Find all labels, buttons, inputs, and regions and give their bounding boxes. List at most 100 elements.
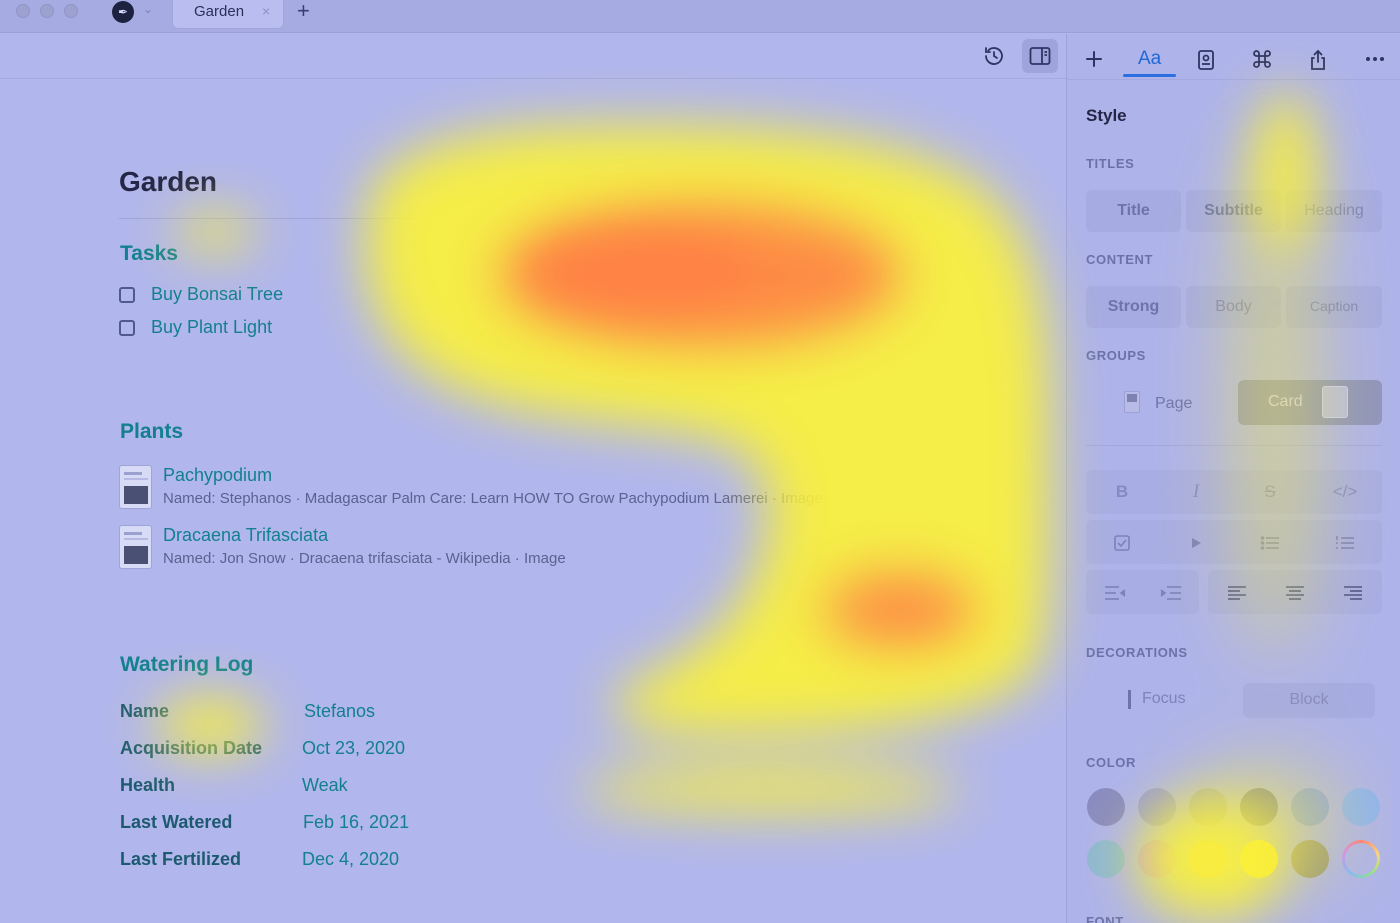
- panel-tab-style[interactable]: Aa: [1126, 40, 1174, 78]
- outdent-icon: [1105, 585, 1126, 600]
- history-button[interactable]: [976, 39, 1012, 73]
- task-label[interactable]: Buy Plant Light: [151, 317, 272, 338]
- strong-style-button[interactable]: Strong: [1086, 286, 1181, 328]
- history-icon: [985, 47, 1003, 65]
- tab-label: Garden: [194, 3, 245, 20]
- body-style-label: Body: [1215, 298, 1252, 315]
- color-swatch[interactable]: [1240, 840, 1278, 878]
- log-key: Name: [120, 701, 170, 721]
- sidebar-toggle-icon: [1029, 47, 1051, 65]
- log-value[interactable]: Oct 23, 2020: [302, 738, 405, 759]
- active-tab-indicator: [1123, 74, 1176, 77]
- checkbox-icon: [1114, 534, 1130, 551]
- more-icon: [1366, 57, 1384, 61]
- close-tab-icon[interactable]: ×: [262, 3, 270, 19]
- section-label-groups: GROUPS: [1086, 348, 1146, 363]
- panel-tab-info[interactable]: [1182, 40, 1230, 78]
- panel-tab-share[interactable]: [1294, 40, 1342, 78]
- task-checkbox[interactable]: [119, 320, 135, 336]
- panel-tab-more[interactable]: [1350, 40, 1398, 78]
- strikethrough-button[interactable]: S: [1241, 472, 1299, 512]
- color-swatch[interactable]: [1087, 788, 1125, 826]
- task-label[interactable]: Buy Bonsai Tree: [151, 284, 283, 305]
- caption-style-button[interactable]: Caption: [1286, 286, 1382, 328]
- style-panel: Aa Style TITLES Title Subtitle Heading C…: [1066, 34, 1400, 923]
- color-swatch[interactable]: [1138, 788, 1176, 826]
- italic-button[interactable]: I: [1167, 472, 1225, 512]
- body-style-button[interactable]: Body: [1186, 286, 1281, 328]
- log-value[interactable]: Feb 16, 2021: [303, 812, 409, 833]
- task-checkbox[interactable]: [119, 287, 135, 303]
- color-swatch[interactable]: [1342, 788, 1380, 826]
- bold-button[interactable]: B: [1093, 472, 1151, 512]
- align-right-button[interactable]: [1324, 572, 1382, 612]
- color-swatch[interactable]: [1291, 788, 1329, 826]
- card-group-button[interactable]: Card: [1238, 380, 1382, 425]
- outdent-button[interactable]: [1086, 572, 1144, 612]
- subtitle-style-label: Subtitle: [1204, 202, 1263, 219]
- new-tab-button[interactable]: +: [297, 0, 310, 24]
- log-value[interactable]: Weak: [302, 775, 348, 796]
- page-group-button[interactable]: Page: [1155, 395, 1192, 413]
- page-group-icon: [1124, 391, 1140, 413]
- checkbox-block-button[interactable]: [1093, 522, 1151, 562]
- minimize-window-icon[interactable]: [40, 4, 54, 18]
- heading-style-button[interactable]: Heading: [1286, 190, 1382, 232]
- plants-heading[interactable]: Plants: [120, 420, 183, 444]
- code-button[interactable]: </>: [1316, 472, 1374, 512]
- page-title[interactable]: Garden: [119, 166, 217, 198]
- close-window-icon[interactable]: [16, 4, 30, 18]
- log-key: Last Watered: [120, 812, 233, 832]
- plant-link-item[interactable]: Dracaena Trifasciata Named: Jon Snow · D…: [119, 525, 879, 571]
- align-left-button[interactable]: [1208, 572, 1266, 612]
- app-logo-icon[interactable]: ✒: [112, 1, 134, 23]
- style-icon: Aa: [1138, 48, 1162, 69]
- tab-garden[interactable]: Garden ×: [172, 0, 284, 29]
- log-key: Health: [120, 775, 176, 795]
- color-swatch[interactable]: [1087, 840, 1125, 878]
- zoom-window-icon[interactable]: [64, 4, 78, 18]
- indent-button[interactable]: [1142, 572, 1200, 612]
- indent-icon: [1160, 585, 1181, 600]
- panel-tab-add[interactable]: [1070, 40, 1118, 78]
- strong-style-label: Strong: [1107, 298, 1160, 315]
- plant-name[interactable]: Pachypodium: [163, 465, 272, 486]
- title-divider: [119, 218, 419, 219]
- bulleted-list-button[interactable]: [1241, 522, 1299, 562]
- color-swatch[interactable]: [1240, 788, 1278, 826]
- numbered-list-button[interactable]: [1316, 522, 1374, 562]
- title-style-button[interactable]: Title: [1086, 190, 1181, 232]
- block-decoration-label: Block: [1289, 691, 1329, 708]
- align-left-icon: [1228, 585, 1246, 600]
- bulleted-list-icon: [1260, 535, 1279, 550]
- section-label-titles: TITLES: [1086, 156, 1135, 171]
- plant-link-item[interactable]: Pachypodium Named: Stephanos · Madagasca…: [119, 465, 879, 511]
- section-label-color: COLOR: [1086, 755, 1136, 770]
- color-swatch[interactable]: [1342, 840, 1380, 878]
- color-swatch[interactable]: [1291, 840, 1329, 878]
- caption-style-label: Caption: [1309, 298, 1359, 314]
- subtitle-style-button[interactable]: Subtitle: [1186, 190, 1281, 232]
- align-center-icon: [1286, 585, 1304, 600]
- plant-name[interactable]: Dracaena Trifasciata: [163, 525, 328, 546]
- chevron-down-icon[interactable]: ⌄: [143, 2, 153, 16]
- log-value[interactable]: Dec 4, 2020: [302, 849, 399, 870]
- color-swatch[interactable]: [1189, 840, 1227, 878]
- style-heading: Style: [1086, 106, 1127, 125]
- align-center-button[interactable]: [1266, 572, 1324, 612]
- toggle-block-button[interactable]: [1167, 522, 1225, 562]
- panel-tab-commands[interactable]: [1238, 40, 1286, 78]
- log-key: Acquisition Date: [120, 738, 263, 758]
- color-swatch[interactable]: [1138, 840, 1176, 878]
- watering-log-heading[interactable]: Watering Log: [120, 653, 253, 677]
- tasks-heading[interactable]: Tasks: [120, 242, 178, 266]
- plus-icon: [1086, 51, 1102, 67]
- log-value[interactable]: Stefanos: [304, 701, 375, 722]
- sidebar-toggle-button[interactable]: [1022, 39, 1058, 73]
- window-titlebar: ✒ ⌄ Garden × +: [0, 0, 1400, 33]
- title-style-label: Title: [1117, 202, 1150, 219]
- focus-decoration-button[interactable]: Focus: [1142, 690, 1186, 708]
- align-right-icon: [1344, 585, 1362, 600]
- block-decoration-button[interactable]: Block: [1243, 683, 1375, 718]
- color-swatch[interactable]: [1189, 788, 1227, 826]
